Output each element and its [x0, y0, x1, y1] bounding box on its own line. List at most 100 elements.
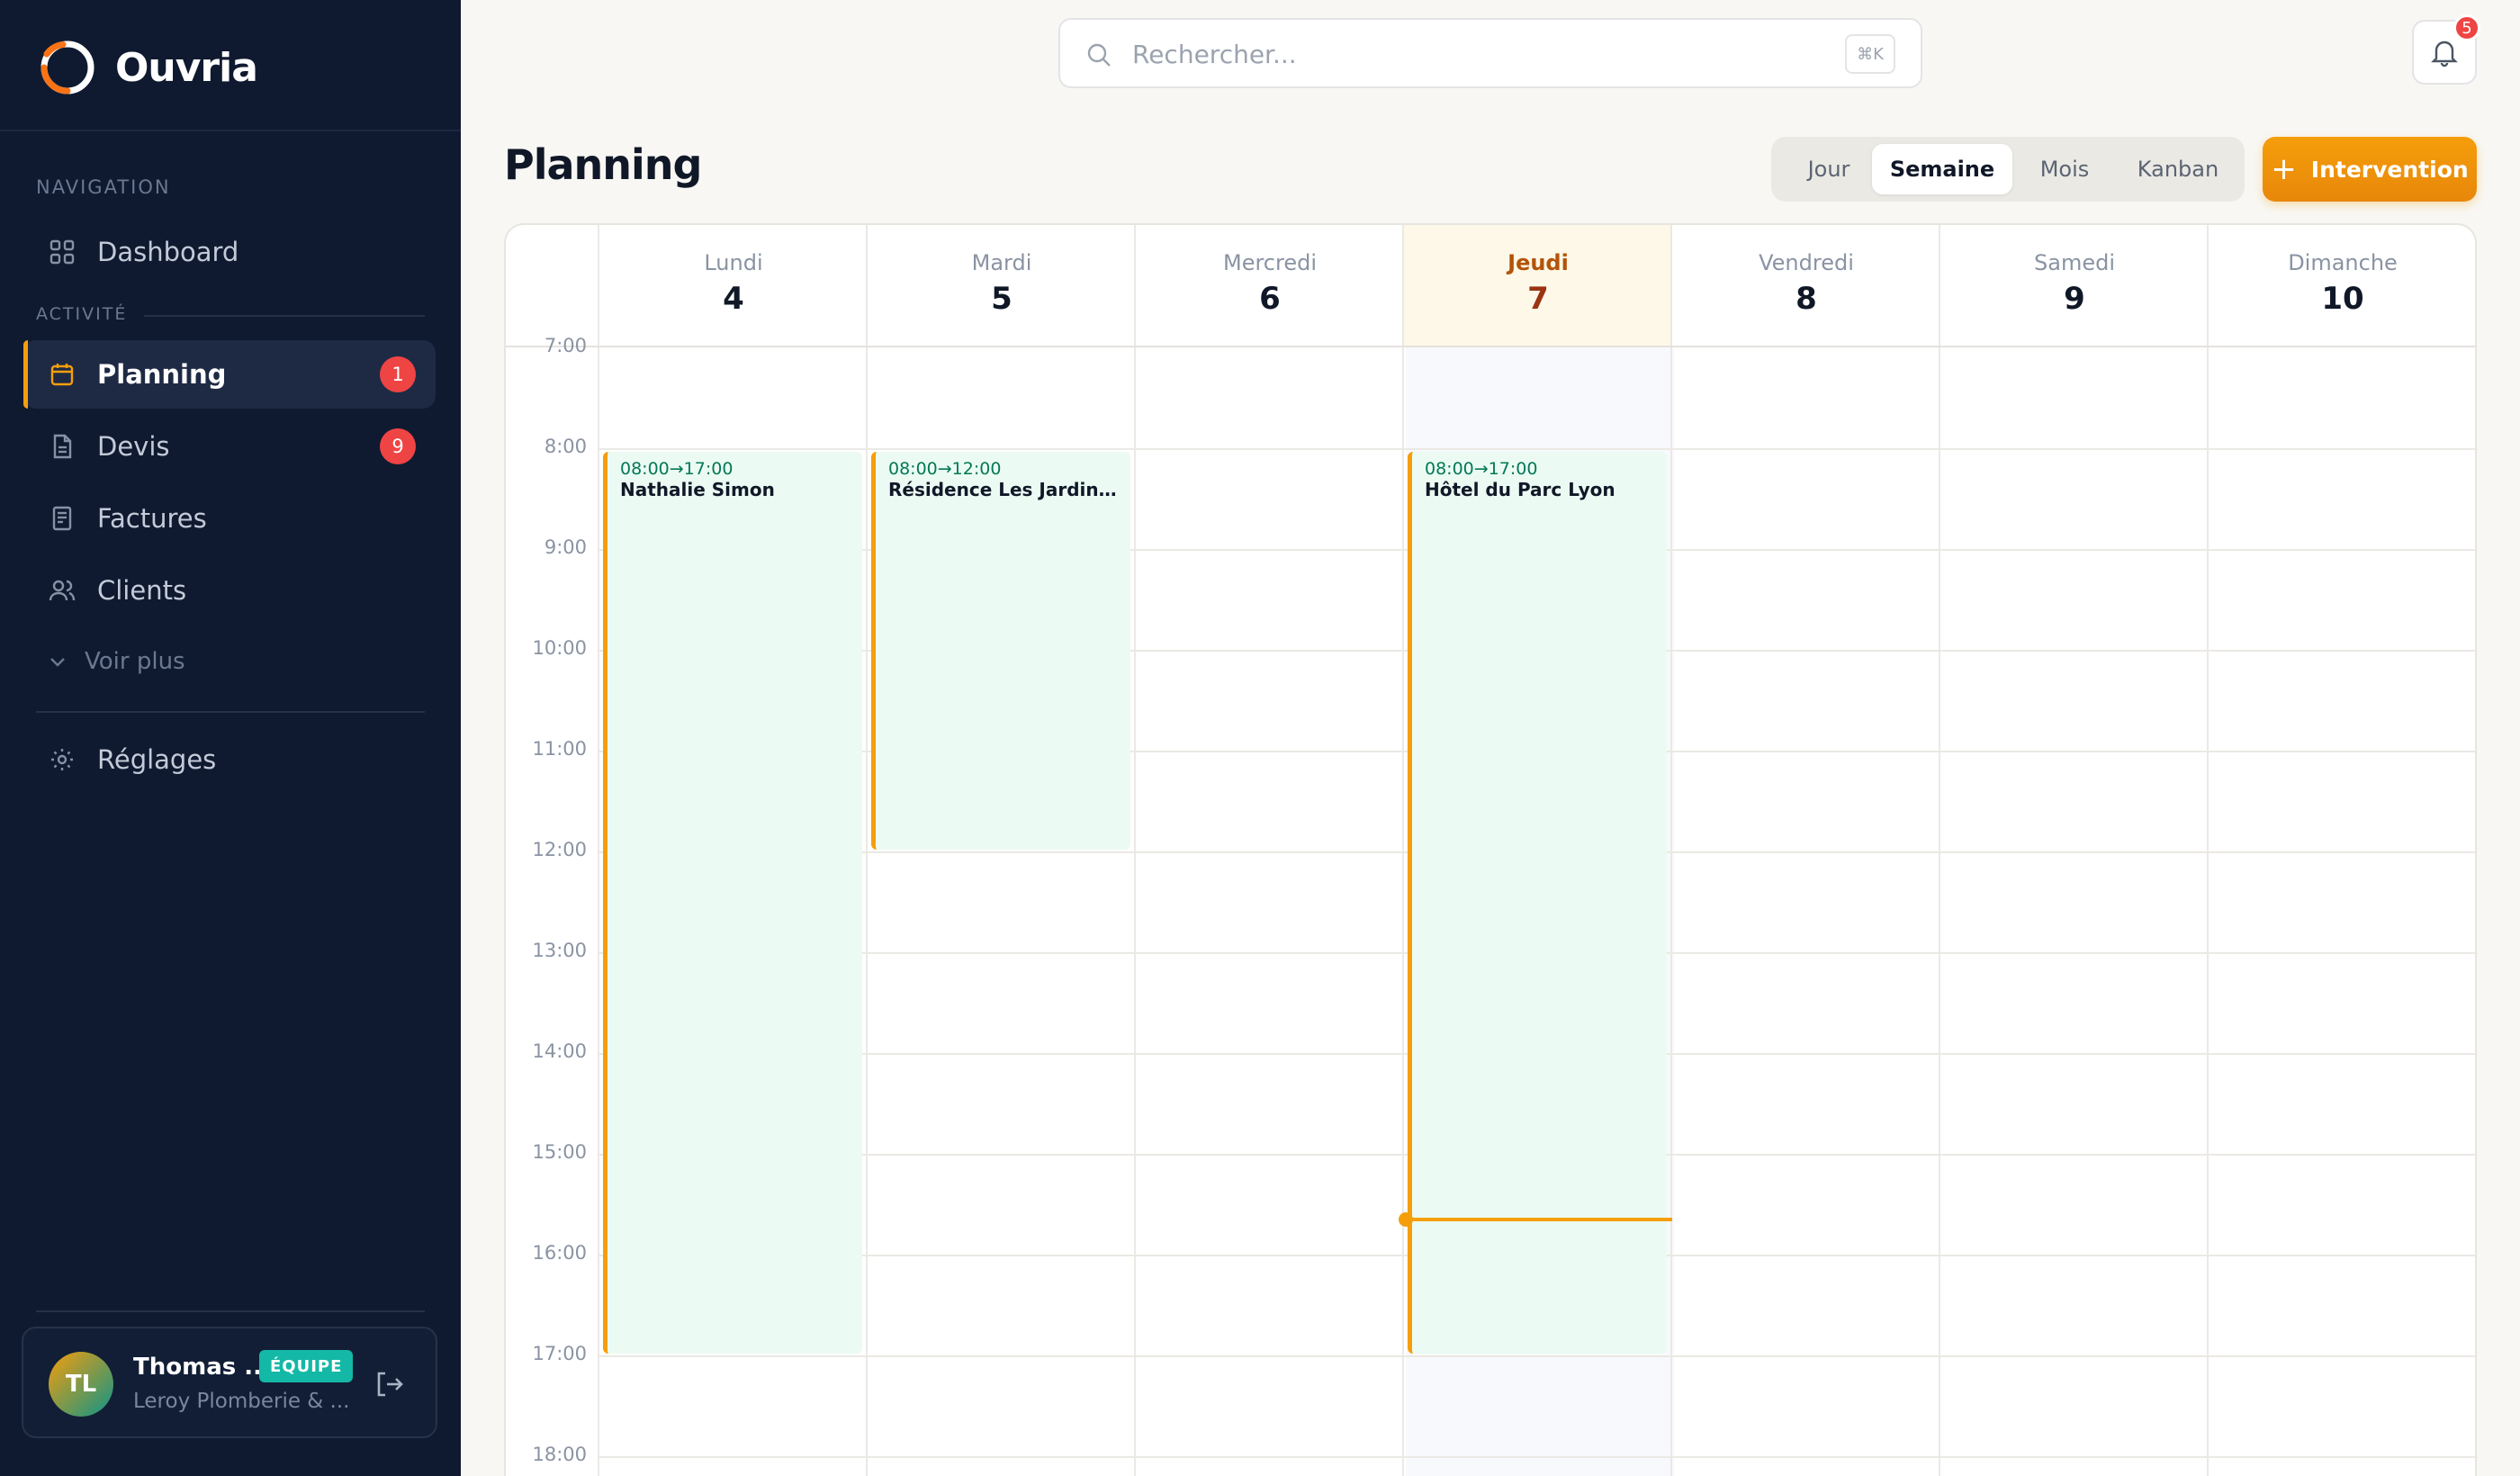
- section-title-activity: ACTIVITÉ: [36, 304, 128, 324]
- search-placeholder: Rechercher...: [1132, 40, 1297, 69]
- current-time-dot: [1399, 1212, 1413, 1227]
- hour-label: 15:00: [532, 1141, 587, 1163]
- hour-label: 14:00: [532, 1040, 587, 1062]
- user-company: Leroy Plomberie & ...: [133, 1390, 350, 1413]
- day-header-monday[interactable]: Lundi 4: [599, 225, 868, 347]
- day-name: Samedi: [2034, 250, 2115, 275]
- avatar: TL: [49, 1352, 113, 1417]
- day-name: Vendredi: [1759, 250, 1854, 275]
- day-number: 8: [1796, 281, 1817, 317]
- sidebar-item-planning[interactable]: Planning 1: [23, 340, 436, 409]
- sidebar: Ouvria NAVIGATION Dashboard ACTIVITÉ Pla…: [0, 0, 461, 1476]
- page-title: Planning: [504, 140, 702, 189]
- day-name: Lundi: [704, 250, 763, 275]
- sidebar-item-devis[interactable]: Devis 9: [23, 412, 436, 481]
- view-tab-month[interactable]: Mois: [2012, 144, 2117, 194]
- day-name: Mardi: [971, 250, 1032, 275]
- section-title-navigation: NAVIGATION: [36, 176, 171, 198]
- shortcut-hint: ⌘K: [1845, 34, 1895, 74]
- search-input[interactable]: Rechercher... ⌘K: [1058, 18, 1922, 88]
- notifications-button[interactable]: 5: [2412, 14, 2480, 85]
- hour-label: 13:00: [532, 940, 587, 961]
- sidebar-item-label: Clients: [97, 575, 187, 606]
- users-icon: [49, 577, 76, 604]
- day-header-wednesday[interactable]: Mercredi 6: [1136, 225, 1404, 347]
- column-divider: [866, 225, 868, 1476]
- hour-label: 16:00: [532, 1242, 587, 1264]
- show-more-button[interactable]: Voir plus: [49, 648, 185, 675]
- user-name: Thomas ...: [133, 1354, 271, 1381]
- hour-label: 9:00: [544, 536, 587, 558]
- event-card[interactable]: 08:00→17:00 Nathalie Simon: [603, 452, 862, 1354]
- view-tab-kanban[interactable]: Kanban: [2117, 144, 2239, 194]
- header-divider: [506, 346, 2475, 347]
- app-logo[interactable]: Ouvria: [38, 36, 258, 99]
- day-number: 10: [2321, 281, 2364, 317]
- section-divider: [144, 315, 425, 317]
- hour-line: [599, 1456, 2475, 1458]
- hour-label: 12:00: [532, 839, 587, 860]
- plus-icon: +: [2271, 151, 2297, 187]
- sidebar-item-label: Dashboard: [97, 237, 239, 267]
- event-card[interactable]: 08:00→12:00 Résidence Les Jardins du...: [871, 452, 1130, 850]
- search-icon: [1087, 43, 1111, 67]
- sidebar-divider: [36, 1310, 425, 1312]
- hour-label: 10:00: [532, 637, 587, 659]
- hour-label: 11:00: [532, 738, 587, 760]
- hour-label: 7:00: [544, 335, 587, 356]
- notification-badge: 9: [380, 428, 416, 464]
- sidebar-item-dashboard[interactable]: Dashboard: [23, 218, 436, 286]
- bell-icon: [2431, 40, 2458, 68]
- day-header-sunday[interactable]: Dimanche 10: [2209, 225, 2475, 347]
- show-more-label: Voir plus: [85, 648, 185, 675]
- invoice-icon: [49, 505, 76, 532]
- view-tab-week[interactable]: Semaine: [1872, 144, 2012, 194]
- event-time: 08:00→17:00: [620, 459, 734, 479]
- role-badge: ÉQUIPE: [259, 1350, 354, 1382]
- day-header-saturday[interactable]: Samedi 9: [1940, 225, 2209, 347]
- column-divider: [598, 225, 599, 1476]
- day-header-tuesday[interactable]: Mardi 5: [868, 225, 1136, 347]
- chevron-down-icon: [49, 651, 67, 673]
- day-number: 6: [1259, 281, 1281, 317]
- day-name: Jeudi: [1508, 250, 1569, 275]
- hour-label: 8:00: [544, 436, 587, 457]
- event-time: 08:00→12:00: [888, 459, 1002, 479]
- day-header-thursday[interactable]: Jeudi 7: [1404, 225, 1672, 347]
- column-divider: [1670, 225, 1672, 1476]
- app-name: Ouvria: [115, 44, 258, 91]
- day-name: Mercredi: [1222, 250, 1317, 275]
- sidebar-item-label: Planning: [97, 359, 227, 390]
- event-title: Hôtel du Parc Lyon: [1425, 479, 1616, 500]
- day-number: 4: [723, 281, 744, 317]
- hour-line: [599, 1355, 2475, 1357]
- week-calendar: Lundi 4 Mardi 5 Mercredi 6 Jeudi 7 Vendr…: [504, 223, 2477, 1476]
- sidebar-divider: [36, 711, 425, 713]
- user-card[interactable]: TL Thomas ... ÉQUIPE Leroy Plomberie & .…: [22, 1327, 437, 1438]
- day-number: 9: [2064, 281, 2085, 317]
- sidebar-item-settings[interactable]: Réglages: [23, 725, 436, 794]
- sidebar-item-factures[interactable]: Factures: [23, 484, 436, 553]
- hour-label: 18:00: [532, 1444, 587, 1465]
- view-switcher: Jour Semaine Mois Kanban: [1771, 137, 2245, 202]
- sidebar-item-label: Réglages: [97, 744, 217, 775]
- sidebar-item-label: Devis: [97, 431, 170, 462]
- add-intervention-button[interactable]: + Intervention: [2263, 137, 2477, 202]
- logout-icon[interactable]: [373, 1368, 405, 1400]
- hour-line: [599, 448, 2475, 450]
- event-title: Nathalie Simon: [620, 479, 775, 500]
- view-tab-day[interactable]: Jour: [1778, 144, 1879, 194]
- day-header-friday[interactable]: Vendredi 8: [1672, 225, 1940, 347]
- grid-icon: [49, 238, 76, 266]
- hour-label: 17:00: [532, 1343, 587, 1364]
- day-number: 5: [991, 281, 1012, 317]
- column-divider: [2207, 225, 2209, 1476]
- sidebar-divider: [0, 130, 461, 131]
- logo-ring-icon: [40, 40, 94, 94]
- column-divider: [1939, 225, 1940, 1476]
- document-icon: [49, 433, 76, 460]
- notification-count-badge: 5: [2453, 14, 2480, 41]
- day-number: 7: [1527, 281, 1549, 317]
- event-title: Résidence Les Jardins du...: [888, 479, 1118, 500]
- sidebar-item-clients[interactable]: Clients: [23, 556, 436, 625]
